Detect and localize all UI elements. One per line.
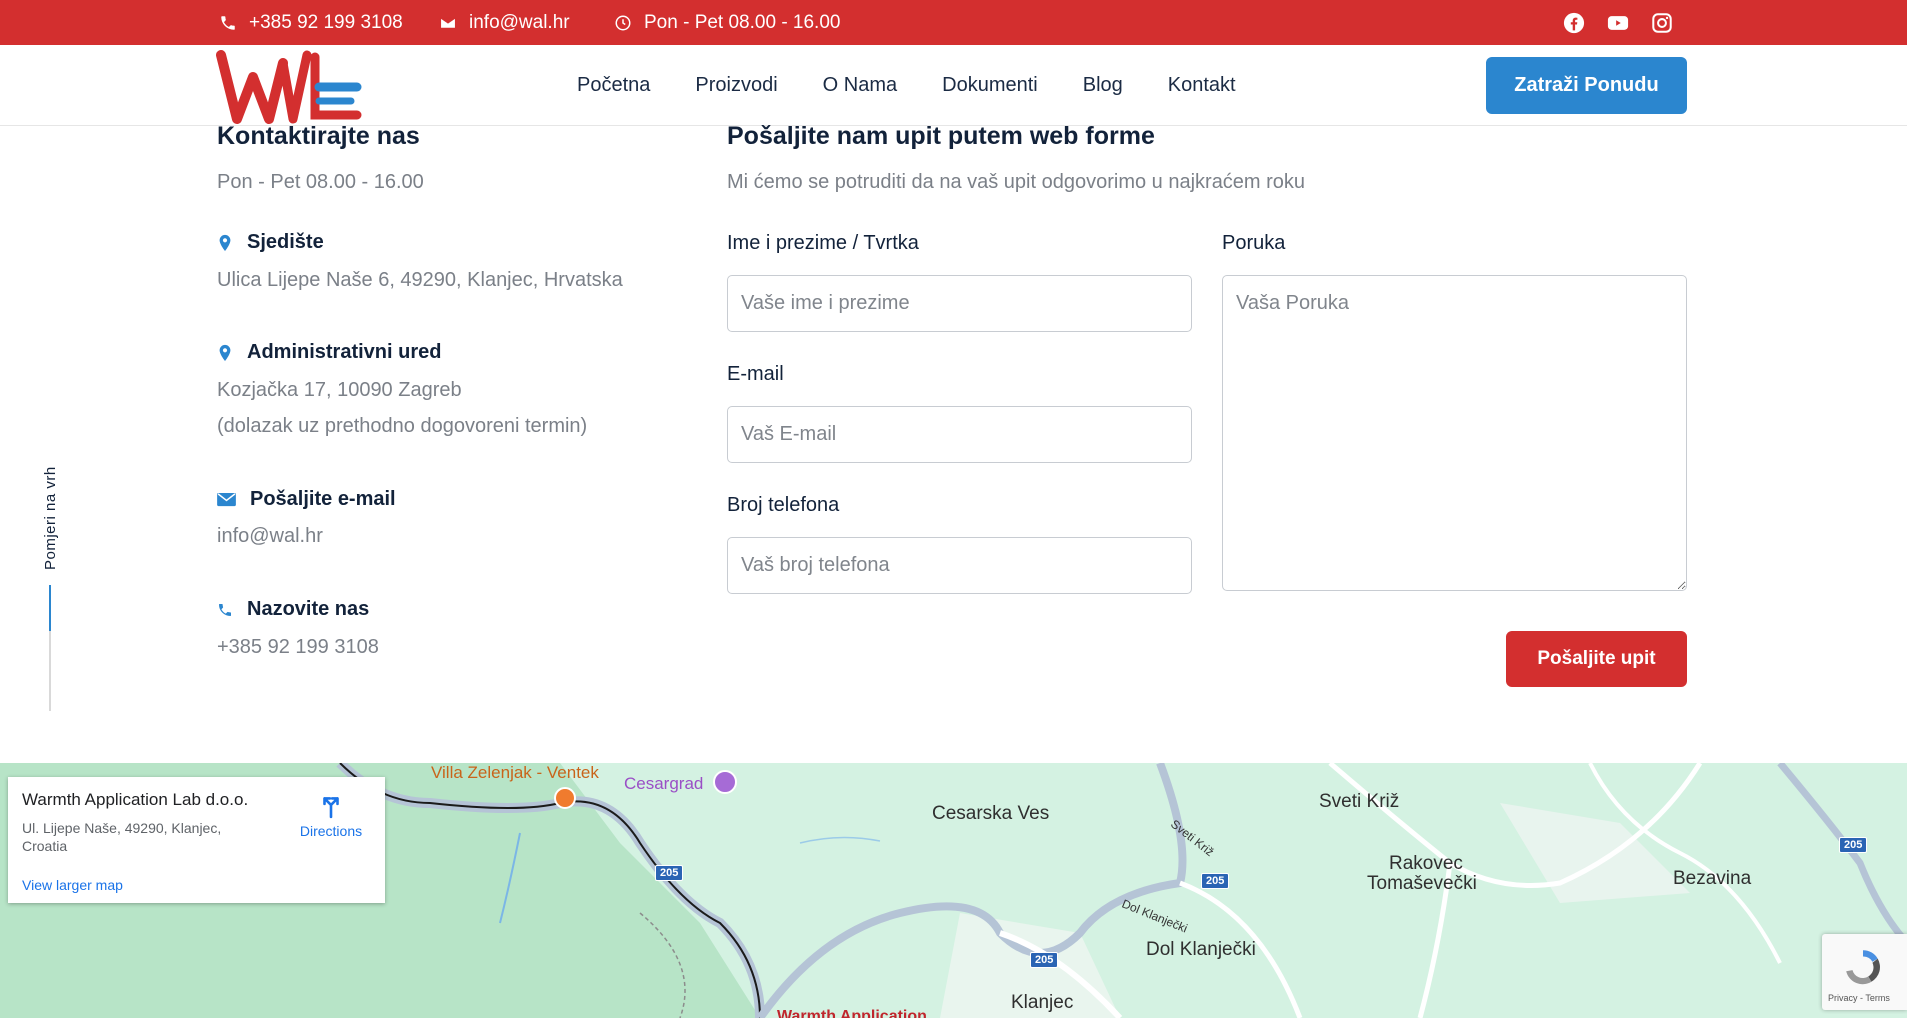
office-title: Administrativni ured [217, 341, 441, 364]
google-map[interactable]: Villa Zelenjak - Ventek Cesargrad Cesars… [0, 763, 1907, 1018]
map-label-cesargrad: Cesargrad [624, 774, 704, 793]
map-label-tomasevecki: Tomaševečki [1367, 873, 1477, 894]
topbar-phone-text: +385 92 199 3108 [249, 11, 403, 33]
youtube-icon[interactable] [1607, 12, 1629, 34]
contact-heading: Kontaktirajte nas [217, 122, 420, 150]
instagram-icon[interactable] [1651, 12, 1673, 34]
road-shield-205: 205 [1030, 952, 1059, 968]
directions-icon [323, 797, 339, 819]
road-shield-205: 205 [1839, 837, 1868, 853]
phone-title: Nazovite nas [217, 598, 369, 621]
email-input[interactable] [727, 406, 1192, 463]
main-header: Početna Proizvodi O Nama Dokumenti Blog … [0, 45, 1907, 126]
phone-title-text: Nazovite nas [247, 598, 370, 620]
office-address: Kozjačka 17, 10090 Zagreb [217, 379, 462, 401]
phone-label: Broj telefona [727, 494, 840, 516]
email-title: Pošaljite e-mail [217, 488, 396, 511]
phone-value[interactable]: +385 92 199 3108 [217, 629, 379, 665]
phone-icon [221, 15, 235, 30]
email-value[interactable]: info@wal.hr [217, 518, 323, 554]
top-bar: +385 92 199 3108 info@wal.hr Pon - Pet 0… [0, 0, 1907, 45]
message-textarea[interactable] [1222, 275, 1687, 591]
email-label: E-mail [727, 363, 784, 385]
map-label-villa: Villa Zelenjak - Ventek [431, 763, 599, 782]
form-heading: Pošaljite nam upit putem web forme [727, 122, 1155, 150]
office-note: (dolazak uz prethodno dogovoreni termin) [217, 415, 588, 437]
map-label-klanjec: Klanjec [1011, 992, 1074, 1013]
topbar-email-text: info@wal.hr [469, 11, 570, 33]
nav-item-o-nama[interactable]: O Nama [823, 74, 897, 97]
hq-title-text: Sjedište [247, 231, 324, 253]
wal-logo[interactable] [215, 49, 365, 127]
recaptcha-badge[interactable]: Privacy - Terms [1822, 934, 1907, 1010]
message-label: Poruka [1222, 232, 1286, 254]
map-label-sveti-kriz: Sveti Križ [1319, 791, 1400, 812]
facebook-icon[interactable] [1563, 12, 1585, 34]
road-shield-205: 205 [655, 865, 684, 881]
email-title-text: Pošaljite e-mail [250, 488, 396, 510]
recaptcha-icon [1846, 950, 1880, 985]
map-label-rakovec: Rakovec [1389, 853, 1463, 874]
contact-hours: Pon - Pet 08.00 - 16.00 [217, 171, 424, 193]
directions-button[interactable]: Directions [291, 787, 371, 839]
view-larger-map-link[interactable]: View larger map [22, 877, 123, 893]
social-links [1563, 0, 1673, 45]
map-label-cesarska-ves: Cesarska Ves [932, 803, 1050, 824]
nav-item-proizvodi[interactable]: Proizvodi [695, 74, 777, 97]
mail-icon [217, 492, 236, 507]
map-place-address: Ul. Lijepe Naše, 49290, Klanjec, Croatia [22, 820, 222, 854]
map-place-title: Warmth Application Lab d.o.o. [22, 790, 249, 809]
hq-title: Sjedište [217, 231, 324, 254]
main-nav: Početna Proizvodi O Nama Dokumenti Blog … [577, 45, 1236, 126]
form-subtitle: Mi ćemo se potruditi da na vaš upit odgo… [727, 171, 1306, 193]
restaurant-pin-icon[interactable] [554, 787, 576, 809]
directions-label: Directions [299, 823, 363, 839]
name-label: Ime i prezime / Tvrtka [727, 232, 919, 254]
nav-item-kontakt[interactable]: Kontakt [1168, 74, 1236, 97]
location-pin-icon [219, 234, 231, 251]
back-to-top-label[interactable]: Pomjeri na vrh [42, 450, 59, 570]
recaptcha-terms[interactable]: Privacy - Terms [1828, 993, 1890, 1003]
castle-pin-icon[interactable] [713, 770, 737, 794]
request-quote-button[interactable]: Zatraži Ponudu [1486, 57, 1687, 114]
clock-icon [615, 15, 631, 30]
submit-inquiry-button[interactable]: Pošaljite upit [1506, 631, 1687, 687]
name-input[interactable] [727, 275, 1192, 332]
nav-item-blog[interactable]: Blog [1083, 74, 1123, 97]
topbar-email[interactable]: info@wal.hr [439, 0, 570, 45]
map-label-dol-klanjecki: Dol Klanječki [1146, 939, 1256, 960]
topbar-hours-text: Pon - Pet 08.00 - 16.00 [644, 11, 841, 33]
nav-item-pocetna[interactable]: Početna [577, 74, 650, 97]
location-pin-icon [219, 344, 231, 361]
nav-item-dokumenti[interactable]: Dokumenti [942, 74, 1038, 97]
phone-icon [219, 603, 231, 616]
office-title-text: Administrativni ured [247, 341, 442, 363]
mail-icon [439, 16, 457, 29]
hq-address: Ulica Lijepe Naše 6, 49290, Klanjec, Hrv… [217, 269, 623, 291]
back-to-top-progress [49, 585, 51, 631]
road-shield-205: 205 [1201, 873, 1230, 889]
topbar-hours: Pon - Pet 08.00 - 16.00 [614, 0, 840, 45]
map-label-warmth: Warmth Application [777, 1008, 927, 1018]
map-info-card: Warmth Application Lab d.o.o. Ul. Lijepe… [8, 777, 385, 903]
map-label-bezavina: Bezavina [1673, 868, 1752, 889]
phone-input[interactable] [727, 537, 1192, 594]
topbar-phone[interactable]: +385 92 199 3108 [219, 0, 403, 45]
